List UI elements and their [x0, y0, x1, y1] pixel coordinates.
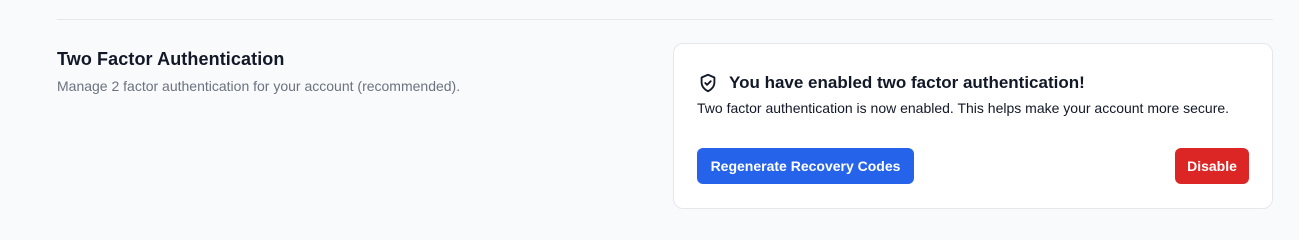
section-description: Manage 2 factor authentication for your … [57, 78, 461, 94]
two-factor-page: Two Factor Authentication Manage 2 facto… [0, 0, 1299, 219]
section-title: Two Factor Authentication [57, 49, 285, 69]
card-title: You have enabled two factor authenticati… [729, 73, 1085, 92]
card-actions: Regenerate Recovery Codes Disable [697, 148, 1249, 184]
two-factor-status-card: You have enabled two factor authenticati… [673, 43, 1273, 209]
shield-check-icon [697, 72, 719, 94]
disable-button[interactable]: Disable [1175, 148, 1249, 184]
regenerate-recovery-codes-button[interactable]: Regenerate Recovery Codes [697, 148, 914, 184]
card-header: You have enabled two factor authenticati… [697, 71, 1249, 95]
card-description: Two factor authentication is now enabled… [697, 100, 1230, 116]
section-divider [57, 19, 1273, 20]
